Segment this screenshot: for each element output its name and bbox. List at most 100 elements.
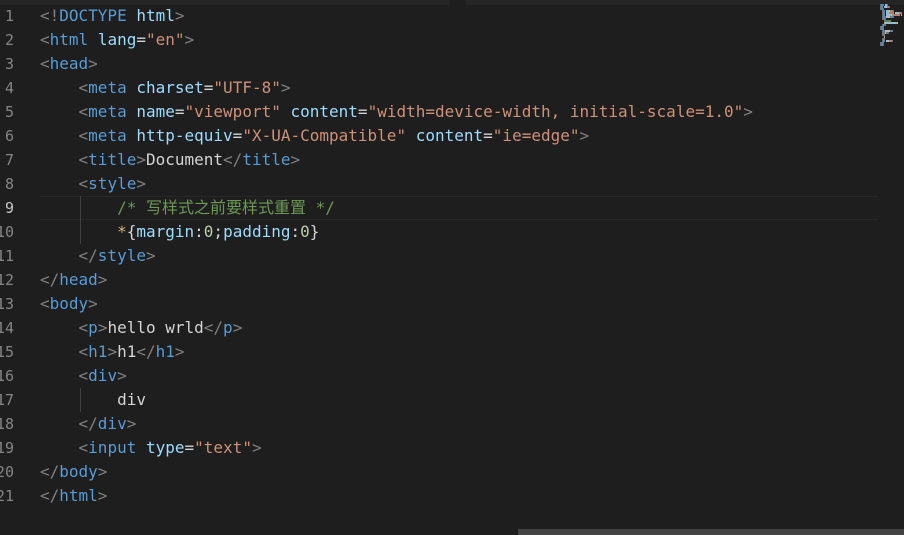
- code-token: div: [117, 390, 146, 409]
- code-token: >: [743, 102, 753, 121]
- indent-guide: [80, 196, 81, 244]
- code-token: "en": [145, 30, 185, 49]
- indent-guide: [80, 388, 81, 412]
- code-line[interactable]: <style>: [40, 172, 146, 196]
- minimap-stroke: [883, 44, 884, 46]
- code-line[interactable]: /* 写样式之前要样式重置 */: [40, 196, 335, 220]
- code-token: :: [290, 222, 301, 241]
- code-token: content: [415, 126, 484, 145]
- code-line[interactable]: </html>: [40, 484, 107, 508]
- line-number: 7: [4, 151, 14, 169]
- code-line[interactable]: <p>hello wrld</p>: [40, 316, 243, 340]
- code-token: </: [40, 486, 60, 505]
- code-token: {: [126, 222, 137, 241]
- code-token: </: [78, 414, 98, 433]
- code-token: padding: [223, 222, 291, 241]
- code-token: =: [357, 102, 368, 121]
- code-token: "text": [194, 438, 252, 457]
- code-token: >: [136, 150, 146, 169]
- code-token: name: [136, 102, 175, 121]
- minimap-stroke: [897, 22, 898, 24]
- code-token: html: [136, 6, 175, 25]
- code-token: </: [78, 246, 98, 265]
- code-token: >: [88, 54, 98, 73]
- tab-separator: [450, 0, 466, 5]
- code-line[interactable]: <!DOCTYPE html>: [40, 4, 185, 28]
- code-token: </: [203, 318, 224, 337]
- code-token: >: [232, 318, 243, 337]
- code-token: content: [290, 102, 358, 121]
- code-editor[interactable]: 1 2 3 4 5 6 7 8 9 10 11 12 13 14 15 16 17 18 19 20 21 <!DOCT…: [0, 0, 904, 535]
- code-token: type: [145, 438, 185, 457]
- line-number: 8: [4, 175, 14, 193]
- code-token: "viewport": [184, 102, 281, 121]
- code-token: <: [78, 78, 89, 97]
- code-token: >: [107, 342, 118, 361]
- code-token: =: [184, 438, 195, 457]
- code-token: </: [40, 462, 60, 481]
- code-token: =: [483, 126, 493, 145]
- line-number: 14: [0, 319, 14, 337]
- code-token: >: [280, 78, 291, 97]
- code-token: >: [174, 342, 185, 361]
- code-token: >: [136, 174, 146, 193]
- code-line[interactable]: div: [40, 388, 146, 412]
- horizontal-scrollbar[interactable]: [518, 529, 904, 535]
- code-token: <: [78, 342, 89, 361]
- line-number: 20: [0, 463, 14, 481]
- line-number: 10: [0, 223, 14, 241]
- code-token: input: [88, 438, 137, 457]
- code-line[interactable]: </body>: [40, 460, 107, 484]
- line-number: 18: [0, 415, 14, 433]
- code-line[interactable]: <head>: [40, 52, 98, 76]
- code-line[interactable]: <title>Document</title>: [40, 148, 301, 172]
- code-token: >: [97, 462, 108, 481]
- code-line[interactable]: </head>: [40, 268, 107, 292]
- code-token: meta: [88, 102, 127, 121]
- code-token: /* 写样式之前要样式重置 */: [117, 198, 335, 217]
- line-number: 9: [4, 199, 14, 217]
- code-line[interactable]: <body>: [40, 292, 98, 316]
- code-line[interactable]: <input type="text">: [40, 436, 262, 460]
- line-number: 3: [4, 55, 14, 73]
- code-token: h1: [155, 342, 175, 361]
- code-token: >: [290, 150, 301, 169]
- code-token: h1: [88, 342, 108, 361]
- code-token: "X-UA-Compatible": [242, 126, 407, 145]
- code-line[interactable]: </style>: [40, 244, 156, 268]
- code-token: >: [251, 438, 262, 457]
- code-line[interactable]: <div>: [40, 364, 127, 388]
- code-token: http-equiv: [136, 126, 233, 145]
- code-token: div: [88, 366, 118, 385]
- code-line[interactable]: <meta http-equiv="X-UA-Compatible" conte…: [40, 124, 590, 148]
- code-token: lang: [97, 30, 137, 49]
- code-token: >: [145, 246, 156, 265]
- code-token: body: [49, 294, 89, 313]
- code-line[interactable]: </div>: [40, 412, 137, 436]
- code-token: <: [78, 150, 89, 169]
- code-line[interactable]: *{margin:0;padding:0}: [40, 220, 319, 244]
- code-line[interactable]: <html lang="en">: [40, 28, 194, 52]
- code-line[interactable]: <meta charset="UTF-8">: [40, 76, 291, 100]
- code-token: <: [78, 366, 89, 385]
- code-token: ;: [213, 222, 224, 241]
- code-token: >: [579, 126, 590, 145]
- line-number: 17: [0, 391, 14, 409]
- code-line[interactable]: <h1>h1</h1>: [40, 340, 185, 364]
- code-token: <: [40, 54, 50, 73]
- code-line[interactable]: <meta name="viewport" content="width=dev…: [40, 100, 753, 124]
- code-token: "UTF-8": [213, 78, 281, 97]
- minimap[interactable]: [878, 0, 904, 535]
- code-token: =: [203, 78, 214, 97]
